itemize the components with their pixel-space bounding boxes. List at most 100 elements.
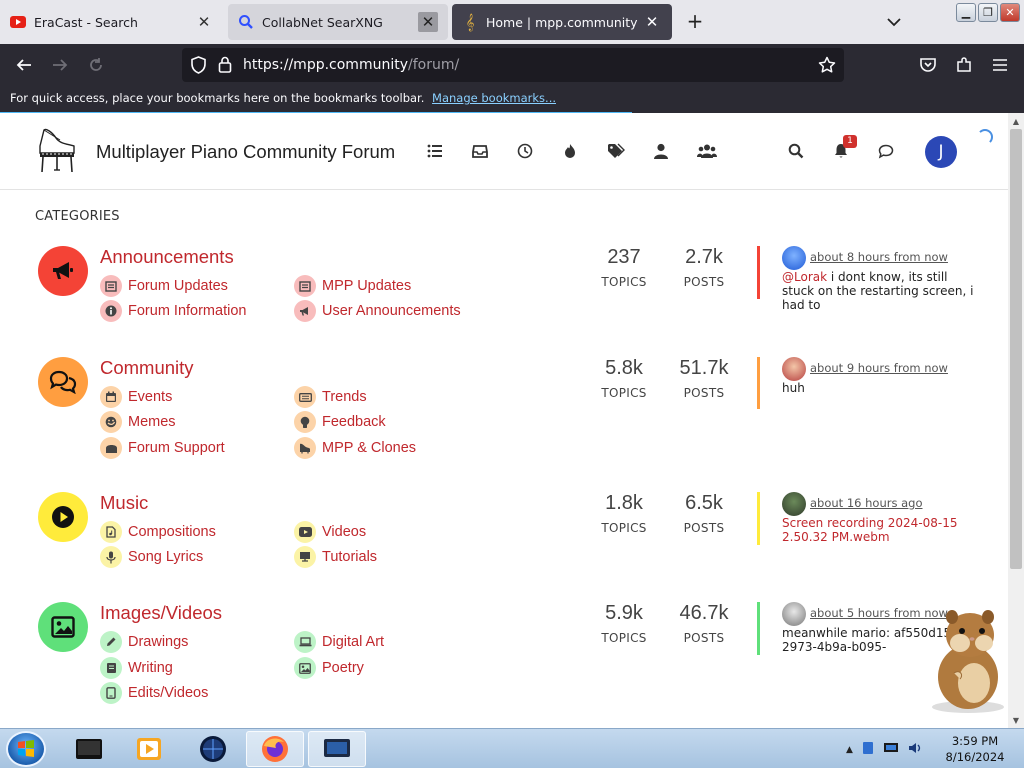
tab-collabnet[interactable]: CollabNet SearXNG ✕: [228, 4, 448, 40]
reload-icon: [90, 58, 102, 71]
subcategory-link[interactable]: Forum Information: [100, 300, 246, 322]
page-scrollbar[interactable]: ▲ ▼: [1008, 113, 1024, 728]
tray-app-icon[interactable]: [861, 741, 875, 759]
volume-icon[interactable]: [907, 741, 923, 759]
clock-icon[interactable]: [515, 141, 535, 161]
recent-post[interactable]: about 9 hours from now huh: [757, 357, 977, 409]
subcategory-link[interactable]: Videos: [294, 521, 366, 543]
subcategory-link[interactable]: Digital Art: [294, 631, 384, 653]
mention-link[interactable]: @Lorak: [782, 270, 827, 284]
subcategory-label: Tutorials: [322, 549, 378, 565]
tags-icon[interactable]: [606, 141, 626, 161]
subcategory-link[interactable]: Tutorials: [294, 546, 377, 568]
pocket-button[interactable]: [918, 55, 938, 75]
recent-post-time[interactable]: about 9 hours from now: [810, 361, 948, 375]
recent-post-time[interactable]: about 8 hours from now: [810, 250, 948, 264]
categories-heading: CATEGORIES: [35, 209, 120, 224]
taskbar-app-5[interactable]: [308, 731, 366, 767]
taskbar-firefox[interactable]: [246, 731, 304, 767]
close-window-button[interactable]: ✕: [1000, 3, 1020, 22]
url-bar[interactable]: https://mpp.community/forum/: [182, 48, 844, 82]
lock-icon[interactable]: [218, 56, 232, 77]
tab-mpp-community[interactable]: 𝄞 Home | mpp.community ✕: [452, 4, 672, 40]
maximize-button[interactable]: ❐: [978, 3, 998, 22]
menu-button[interactable]: [990, 55, 1010, 75]
subcategory-link[interactable]: Song Lyrics: [100, 546, 203, 568]
close-tab-icon[interactable]: ✕: [194, 12, 214, 32]
category-title[interactable]: Music: [100, 492, 148, 514]
start-button[interactable]: [6, 731, 46, 767]
show-hidden-icons-icon[interactable]: ▲: [846, 745, 853, 755]
subcategory-link[interactable]: MPP Updates: [294, 275, 411, 297]
groups-icon[interactable]: [697, 141, 717, 161]
image-icon[interactable]: [38, 602, 88, 652]
poster-avatar[interactable]: [782, 246, 806, 270]
close-tab-icon[interactable]: ✕: [418, 12, 438, 32]
forward-button[interactable]: [50, 55, 70, 75]
scroll-thumb[interactable]: [1010, 129, 1022, 569]
category-title[interactable]: Community: [100, 357, 194, 379]
subcategory-link[interactable]: Writing: [100, 657, 173, 679]
category-title[interactable]: Announcements: [100, 246, 234, 268]
inbox-icon[interactable]: [470, 141, 490, 161]
poster-avatar[interactable]: [782, 602, 806, 626]
subcategory-link[interactable]: Events: [100, 386, 172, 408]
subcategory-link[interactable]: Poetry: [294, 657, 364, 679]
taskbar-clock[interactable]: 3:59 PM 8/16/2024: [940, 733, 1010, 765]
scroll-up-arrow-icon[interactable]: ▲: [1008, 113, 1024, 129]
subcategory-label: Forum Updates: [128, 278, 228, 294]
url-text[interactable]: https://mpp.community/forum/: [243, 57, 459, 73]
shield-icon[interactable]: [190, 56, 207, 78]
subcategory-label: Forum Support: [128, 440, 225, 456]
subcategory-label: Drawings: [128, 634, 189, 650]
recent-post[interactable]: about 8 hours from now @Lorak i dont kno…: [757, 246, 977, 312]
network-icon[interactable]: [883, 741, 899, 759]
categories-list-icon[interactable]: [425, 141, 445, 161]
info-icon: [100, 300, 122, 322]
taskbar-app-3[interactable]: [184, 731, 242, 767]
back-button[interactable]: [14, 55, 34, 75]
subcategory-label: Forum Information: [128, 303, 247, 319]
user-icon[interactable]: [651, 141, 671, 161]
search-icon[interactable]: [786, 141, 806, 161]
megaphone-icon[interactable]: [38, 246, 88, 296]
minimize-button[interactable]: ▁: [956, 3, 976, 22]
subcategory-link[interactable]: User Announcements: [294, 300, 461, 322]
fire-icon[interactable]: [560, 141, 580, 161]
taskbar-app-2[interactable]: [120, 731, 178, 767]
youtube-icon: [294, 521, 316, 543]
reload-button[interactable]: [86, 55, 106, 75]
category-title[interactable]: Images/Videos: [100, 602, 222, 624]
new-tab-button[interactable]: +: [684, 10, 706, 32]
list-all-tabs-button[interactable]: [884, 12, 904, 32]
user-avatar[interactable]: J: [925, 136, 957, 168]
taskbar-app-1[interactable]: [60, 731, 118, 767]
recent-post-attachment-link[interactable]: Screen recording 2024-08-15 2.50.32 PM.w…: [782, 516, 982, 544]
recent-post[interactable]: about 16 hours ago Screen recording 2024…: [757, 492, 977, 545]
chat-icon[interactable]: [876, 141, 896, 161]
subcategory-link[interactable]: MPP & Clones: [294, 437, 416, 459]
subcategory-link[interactable]: Feedback: [294, 411, 386, 433]
subcategory-link[interactable]: Compositions: [100, 521, 216, 543]
subcategory-link[interactable]: Drawings: [100, 631, 188, 653]
close-tab-icon[interactable]: ✕: [642, 12, 662, 32]
manage-bookmarks-link[interactable]: Manage bookmarks...: [432, 91, 556, 105]
hamster-sticker: [918, 603, 1008, 715]
site-title[interactable]: Multiplayer Piano Community Forum: [96, 141, 395, 163]
subcategory-link[interactable]: Edits/Videos: [100, 682, 208, 704]
puzzle-icon: [957, 57, 971, 72]
poster-avatar[interactable]: [782, 357, 806, 381]
extensions-button[interactable]: [954, 55, 974, 75]
poster-avatar[interactable]: [782, 492, 806, 516]
recent-post-time[interactable]: about 16 hours ago: [810, 496, 923, 510]
chat-bubbles-icon[interactable]: [38, 357, 88, 407]
grand-piano-logo[interactable]: [34, 126, 80, 174]
subcategory-link[interactable]: Trends: [294, 386, 367, 408]
play-icon[interactable]: [38, 492, 88, 542]
subcategory-link[interactable]: Memes: [100, 411, 176, 433]
scroll-down-arrow-icon[interactable]: ▼: [1008, 712, 1024, 728]
subcategory-link[interactable]: Forum Support: [100, 437, 225, 459]
subcategory-link[interactable]: Forum Updates: [100, 275, 228, 297]
bookmark-star-icon[interactable]: [818, 56, 836, 78]
tab-eracast[interactable]: EraCast - Search ✕: [0, 4, 224, 40]
